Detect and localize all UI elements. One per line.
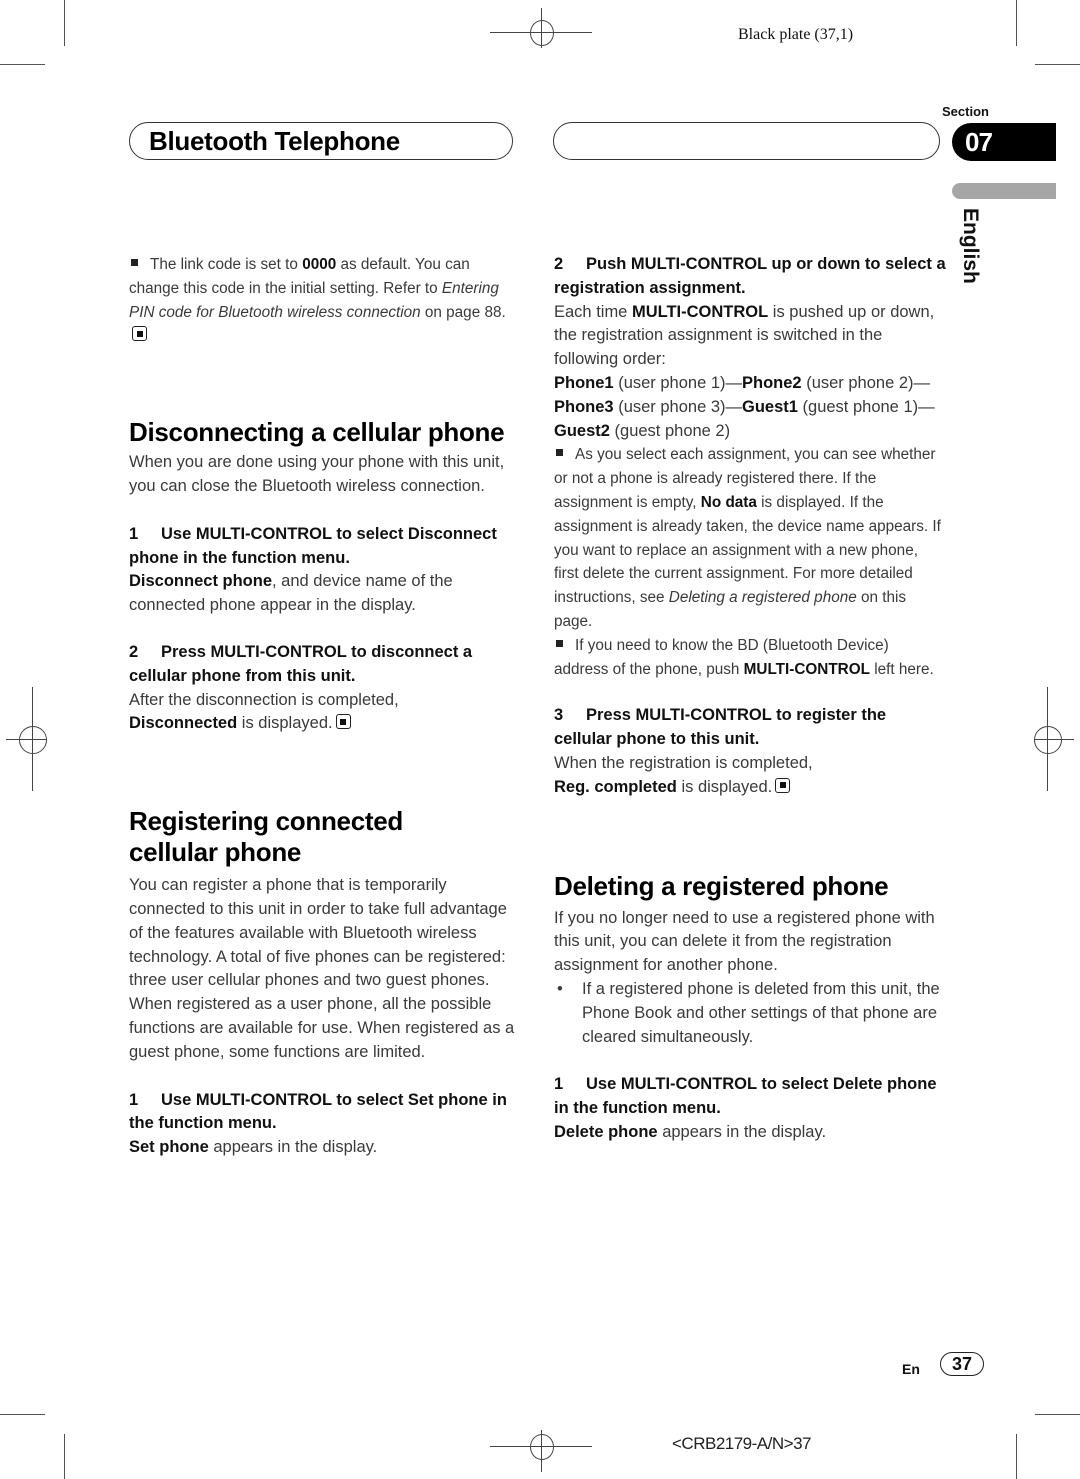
assignment-order: Phone1 (user phone 1)—Phone2 (user phone… xyxy=(554,373,935,440)
heading-disconnecting: Disconnecting a cellular phone xyxy=(129,417,505,448)
delete-intro: If you no longer need to use a registere… xyxy=(554,908,935,975)
page-language-code: En xyxy=(902,1361,920,1377)
default-code: 0000 xyxy=(302,256,337,273)
crop-mark-top-right-v xyxy=(1016,0,1017,46)
cross-reference-link[interactable]: Deleting a registered phone xyxy=(669,589,857,606)
assignment-phone2: Phone2 xyxy=(742,373,802,392)
crop-mark-top-right-h xyxy=(1035,64,1080,65)
registration-mark-top xyxy=(490,8,592,48)
note-icon xyxy=(556,639,563,647)
registration-mark-right xyxy=(1034,687,1074,791)
register-step-2-description: Each time MULTI-CONTROL is pushed up or … xyxy=(554,302,935,369)
disconnect-step-2: 2 Press MULTI-CONTROL to disconnect a cel… xyxy=(129,642,473,685)
crop-mark-top-left-v xyxy=(64,0,65,46)
disconnect-step-1-result: Disconnect phone, and device name of the… xyxy=(129,572,453,615)
left-column: The link code is set to 0000 as default.… xyxy=(129,253,521,1160)
delete-step-1-result: Delete phone appears in the display. xyxy=(554,1122,827,1141)
disconnect-step-1: 1 Use MULTI-CONTROL to select Disconnect … xyxy=(129,524,497,567)
disconnect-step-2-result: After the disconnection is completed, Di… xyxy=(129,690,399,733)
assignment-phone1: Phone1 xyxy=(554,373,614,392)
delete-bullet: • If a registered phone is deleted from … xyxy=(554,978,946,1049)
crop-mark-top-left-h xyxy=(0,64,45,65)
bd-address-note: If you need to know the BD (Bluetooth De… xyxy=(554,636,934,678)
section-tab: 07 xyxy=(952,123,1056,161)
chapter-title: Bluetooth Telephone xyxy=(149,126,400,156)
crop-mark-bottom-left-v xyxy=(64,1434,65,1479)
register-intro: You can register a phone that is tempora… xyxy=(129,876,515,1061)
end-mark-icon xyxy=(775,777,791,793)
register-step-1-result: Set phone appears in the display. xyxy=(129,1138,378,1157)
blank-header-box xyxy=(553,122,940,160)
language-label: English xyxy=(959,208,982,284)
page-number: 37 xyxy=(940,1352,984,1376)
assignment-note: As you select each assignment, you can s… xyxy=(554,446,941,630)
plate-label: Black plate (37,1) xyxy=(738,26,854,43)
crop-mark-bottom-right-h xyxy=(1035,1414,1080,1415)
job-code: <CRB2179-A/N>37 xyxy=(672,1434,811,1453)
note-icon xyxy=(131,259,138,266)
register-step-2: 2 Push MULTI-CONTROL up or down to select… xyxy=(554,255,946,297)
end-mark-icon xyxy=(132,326,147,342)
crop-mark-bottom-right-v xyxy=(1016,1434,1017,1479)
register-step-3: 3 Press MULTI-CONTROL to register the cel… xyxy=(554,706,887,749)
bullet-icon: • xyxy=(557,979,563,998)
section-label: Section xyxy=(942,104,989,119)
language-tab xyxy=(952,183,1056,199)
delete-step-1: 1 Use MULTI-CONTROL to select Delete phon… xyxy=(554,1075,937,1118)
right-column: 2 Push MULTI-CONTROL up or down to select… xyxy=(554,253,946,1145)
assignment-phone3: Phone3 xyxy=(554,397,614,416)
chapter-title-box: Bluetooth Telephone xyxy=(129,122,513,160)
assignment-guest1: Guest1 xyxy=(742,397,798,416)
register-step-1: 1 Use MULTI-CONTROL to select Set phone i… xyxy=(129,1090,507,1133)
disconnect-intro: When you are done using your phone with … xyxy=(129,453,505,495)
heading-registering: Registering connected cellular phone xyxy=(129,806,403,868)
link-code-note: The link code is set to 0000 as default.… xyxy=(129,253,521,348)
crop-mark-bottom-left-h xyxy=(0,1414,45,1415)
registration-mark-left xyxy=(6,687,47,791)
register-step-3-result: When the registration is completed, Reg.… xyxy=(554,753,813,796)
section-number: 07 xyxy=(965,127,993,157)
assignment-guest2: Guest2 xyxy=(554,421,610,440)
end-mark-icon xyxy=(335,714,351,730)
registration-mark-bottom xyxy=(490,1430,592,1472)
note-icon xyxy=(556,449,563,457)
heading-deleting: Deleting a registered phone xyxy=(554,870,889,901)
